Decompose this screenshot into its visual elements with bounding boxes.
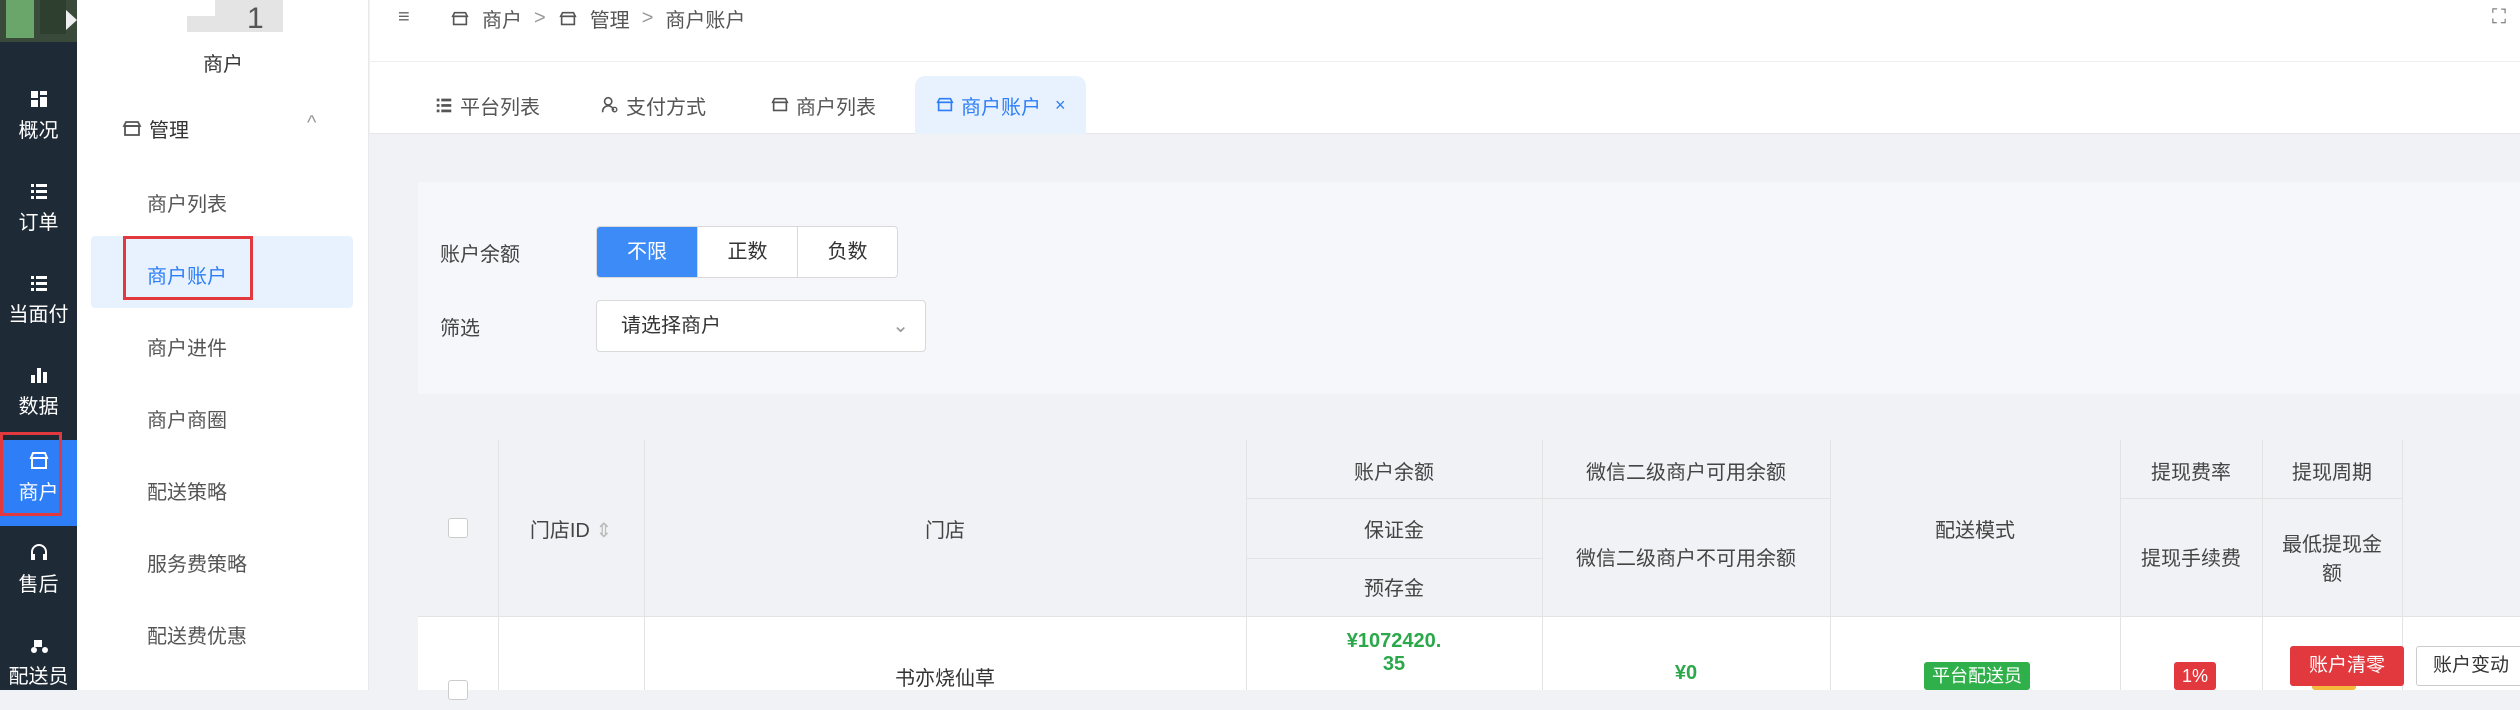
col-withdraw-fee: 提现手续费 (2141, 548, 2241, 570)
col-min-withdraw: 最低提现金额 (2282, 534, 2382, 585)
nav-courier[interactable]: 配送员 (0, 624, 77, 710)
col-prestore: 预存金 (1364, 578, 1424, 600)
sort-icon: ⇕ (595, 520, 613, 542)
list-icon (30, 276, 47, 291)
main-nav-rail: 概况 订单 当面付 数据 商户 售后 配送员 (0, 0, 77, 690)
list-icon (30, 184, 47, 199)
filter-panel: 账户余额 不限 正数 负数 筛选 请选择商户 ⌄ (418, 182, 2520, 394)
top-bar: ≡ 商户 > 管理 > 商户账户 ⛶ (370, 0, 2520, 62)
nav-data-label: 数据 (18, 396, 59, 418)
row-checkbox[interactable] (448, 680, 468, 700)
balance-option-negative[interactable]: 负数 (797, 227, 897, 277)
store-icon (936, 97, 954, 112)
col-wx-unavailable: 微信二级商户不可用余额 (1576, 548, 1796, 570)
nav-overview-label: 概况 (18, 120, 59, 142)
store-icon (559, 11, 577, 25)
balance-option-all[interactable]: 不限 (597, 227, 697, 277)
nav-face-pay-label: 当面付 (8, 304, 69, 326)
app-logo (0, 0, 77, 42)
breadcrumb: 商户 > 管理 > 商户账户 (450, 4, 745, 33)
balance-segmented-control: 不限 正数 负数 (596, 226, 898, 278)
sidebar-item-merchant-district[interactable]: 商户商圈 (147, 404, 227, 433)
chevron-up-icon[interactable]: ^ (307, 112, 316, 135)
withdraw-rate-tag: 1% (2174, 662, 2217, 690)
store-icon (122, 120, 142, 136)
merchant-account-table: 门店ID ⇕ 门店 账户余额 保证金 预存金 微信二级商户可用余额 微信二级商户… (418, 440, 2520, 700)
sidebar-item-merchant-list[interactable]: 商户列表 (147, 188, 227, 217)
col-withdraw-rate: 提现费率 (2151, 462, 2231, 484)
brand-number: 1 (247, 2, 264, 35)
sidebar-item-delivery-strategy[interactable]: 配送策略 (147, 476, 227, 505)
menu-group-manage[interactable]: 管理 (121, 114, 189, 143)
col-store-id[interactable]: 门店ID ⇕ (498, 514, 644, 543)
breadcrumb-level2[interactable]: 管理 (590, 4, 630, 33)
tab-merchant-list[interactable]: 商户列表 (750, 76, 896, 134)
nav-data[interactable]: 数据 (0, 354, 77, 440)
dashboard-icon (30, 91, 47, 107)
brand-label: 商户 (203, 54, 243, 76)
row-balance: ¥1072420. 35 (1346, 630, 1442, 675)
sidebar-item-delivery-fee-discount[interactable]: 配送费优惠 (147, 620, 247, 649)
balance-filter-label: 账户余额 (440, 244, 520, 266)
nav-after-sales-label: 售后 (18, 574, 59, 596)
user-search-icon (601, 96, 618, 113)
clear-account-button[interactable]: 账户清零 (2290, 646, 2404, 686)
tab-payment-methods[interactable]: 支付方式 (580, 76, 726, 134)
collapse-menu-icon[interactable]: ≡ (398, 6, 410, 29)
tab-label: 平台列表 (460, 96, 540, 119)
chevron-down-icon: ⌄ (892, 315, 909, 337)
col-deposit: 保证金 (1364, 520, 1424, 542)
row-store-name: 书亦烧仙草 (895, 668, 995, 690)
balance-option-positive[interactable]: 正数 (697, 227, 797, 277)
breadcrumb-separator: > (641, 7, 654, 29)
sidebar-item-merchant-onboarding[interactable]: 商户进件 (147, 332, 227, 361)
tab-label: 支付方式 (626, 96, 706, 119)
tab-merchant-account[interactable]: 商户账户 × (915, 76, 1086, 134)
col-balance: 账户余额 (1354, 462, 1434, 484)
select-all-checkbox[interactable] (448, 518, 468, 538)
highlight-box (0, 432, 62, 516)
store-icon (771, 97, 789, 112)
menu-group-label: 管理 (149, 120, 189, 142)
nav-orders[interactable]: 订单 (0, 170, 77, 256)
close-icon[interactable]: × (1055, 95, 1066, 116)
tab-label: 商户账户 (961, 96, 1041, 119)
secondary-sidebar: 1 商户 管理 ^ 商户列表 商户账户 商户进件 商户商圈 配送策略 服务费策略… (77, 0, 369, 690)
headset-icon (30, 544, 47, 560)
list-icon (436, 98, 452, 113)
bar-chart-icon (30, 368, 47, 383)
sidebar-item-service-fee-strategy[interactable]: 服务费策略 (147, 548, 247, 577)
scooter-icon (30, 640, 48, 653)
merchant-select[interactable]: 请选择商户 ⌄ (596, 300, 926, 352)
nav-orders-label: 订单 (18, 212, 59, 234)
breadcrumb-separator: > (534, 7, 546, 29)
col-delivery-mode: 配送模式 (1935, 520, 2015, 542)
store-icon (451, 11, 469, 25)
row-wx-balance: ¥0 (1674, 662, 1698, 684)
breadcrumb-level1[interactable]: 商户 (482, 4, 522, 33)
breadcrumb-level3: 商户账户 (665, 10, 746, 32)
tab-label: 商户列表 (796, 96, 876, 119)
highlight-box (123, 236, 253, 300)
col-withdraw-cycle: 提现周期 (2292, 462, 2372, 484)
merchant-select-placeholder: 请选择商户 (621, 315, 721, 337)
col-wx-available: 微信二级商户可用余额 (1586, 462, 1786, 484)
nav-overview[interactable]: 概况 (0, 78, 77, 164)
nav-after-sales[interactable]: 售后 (0, 532, 77, 618)
screen-filter-label: 筛选 (440, 318, 480, 340)
nav-courier-label: 配送员 (8, 666, 69, 688)
account-change-button[interactable]: 账户变动 (2416, 646, 2520, 686)
col-store: 门店 (925, 520, 965, 542)
delivery-mode-tag: 平台配送员 (1924, 662, 2030, 690)
fullscreen-icon[interactable]: ⛶ (2492, 6, 2506, 29)
tab-bar: 平台列表 支付方式 商户列表 商户账户 × (370, 62, 2520, 134)
tab-platform-list[interactable]: 平台列表 (414, 76, 560, 134)
nav-face-pay[interactable]: 当面付 (0, 262, 77, 348)
